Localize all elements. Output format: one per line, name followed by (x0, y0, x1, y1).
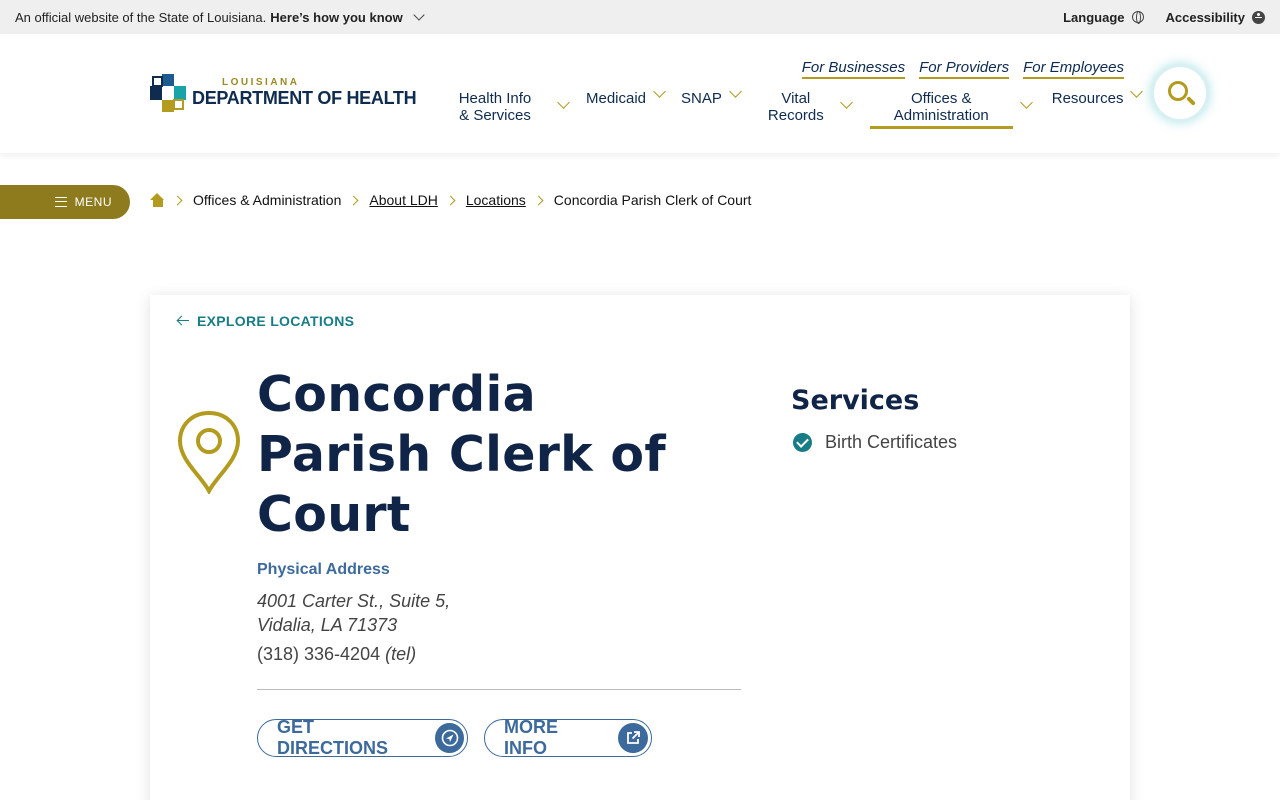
nav-health-info[interactable]: Health Info & Services (440, 90, 576, 124)
physical-address-label: Physical Address (257, 561, 390, 578)
chevron-down-icon[interactable] (1130, 85, 1144, 98)
nav-offices-line2: Administration (893, 107, 989, 124)
accessibility-label: Accessibility (1165, 9, 1246, 25)
title-line-2: Parish Clerk of (257, 426, 667, 483)
chevron-right-icon (533, 195, 544, 205)
nav-vital-records[interactable]: Vital Records (767, 90, 853, 124)
check-circle-icon (793, 433, 812, 452)
main-navigation: Health Info & Services Medicaid SNAP Vita… (440, 85, 1144, 129)
nav-snap[interactable]: SNAP (681, 85, 742, 107)
nav-medicaid-label: Medicaid (586, 90, 647, 107)
nav-health-info-line1: Health Info (458, 90, 532, 107)
service-item: Birth Certificates (793, 432, 957, 453)
logo-department-text: DEPARTMENT OF HEALTH (192, 88, 417, 108)
address-line-2: Vidalia, LA 71373 (257, 615, 398, 635)
phone-number: (318) 336-4204 (tel) (257, 644, 416, 665)
menu-button[interactable]: MENU (0, 185, 130, 219)
physical-address: 4001 Carter St., Suite 5, Vidalia, LA 71… (257, 589, 450, 637)
official-text: An official website of the State of Loui… (15, 9, 267, 25)
nav-resources[interactable]: Resources (1051, 85, 1144, 107)
accessibility-button[interactable]: Accessibility (1165, 9, 1265, 25)
nav-vital-line2: Records (767, 107, 824, 124)
for-employees-link[interactable]: For Employees (1023, 59, 1124, 79)
get-directions-button[interactable]: GET DIRECTIONS (257, 717, 468, 758)
chevron-down-icon[interactable] (557, 96, 570, 109)
arrow-left-icon (177, 316, 189, 326)
services-heading: Services (791, 385, 920, 416)
title-line-1: Concordia (257, 366, 537, 423)
nav-health-info-line2: & Services (459, 107, 531, 124)
hamburger-icon (54, 197, 67, 207)
for-providers-link[interactable]: For Providers (919, 59, 1010, 79)
logo-state-text: LOUISIANA (222, 77, 300, 88)
accessibility-icon (1252, 10, 1265, 24)
nav-vital-line1: Vital (781, 90, 811, 107)
site-header: LOUISIANA DEPARTMENT OF HEALTH For Busin… (0, 34, 1280, 153)
location-card: EXPLORE LOCATIONS Concordia Parish Clerk… (150, 295, 1130, 800)
location-pin-icon (177, 410, 241, 494)
nav-snap-label: SNAP (681, 90, 722, 107)
language-button[interactable]: Language (1063, 9, 1144, 25)
audience-links: For Businesses For Providers For Employe… (801, 59, 1124, 79)
phone-value[interactable]: (318) 336-4204 (257, 644, 380, 664)
page-title: Concordia Parish Clerk of Court (257, 365, 697, 545)
address-line-1: 4001 Carter St., Suite 5, (257, 591, 451, 611)
nav-offices-admin[interactable]: Offices & Administration (869, 90, 1033, 129)
for-businesses-link[interactable]: For Businesses (801, 59, 906, 79)
nav-offices-line1: Offices & (910, 90, 972, 107)
more-info-button[interactable]: MORE INFO (484, 717, 652, 758)
title-line-3: Court (257, 486, 411, 543)
breadcrumb-about-ldh[interactable]: About LDH (369, 192, 437, 208)
breadcrumb-offices[interactable]: Offices & Administration (193, 192, 341, 208)
menu-label: MENU (74, 195, 112, 209)
how-you-know-toggle[interactable]: Here’s how you know (270, 10, 402, 25)
globe-icon (1131, 11, 1144, 24)
chevron-down-icon[interactable] (839, 96, 853, 109)
breadcrumb: Offices & Administration About LDH Locat… (150, 192, 751, 208)
official-banner: An official website of the State of Loui… (0, 0, 1280, 34)
home-icon[interactable] (150, 193, 165, 207)
service-label: Birth Certificates (825, 432, 958, 452)
language-label: Language (1063, 9, 1125, 25)
chevron-right-icon (445, 195, 456, 205)
explore-locations-link[interactable]: EXPLORE LOCATIONS (177, 313, 354, 329)
chevron-down-icon[interactable] (729, 85, 742, 98)
divider (257, 689, 741, 690)
explore-locations-label: EXPLORE LOCATIONS (197, 313, 355, 329)
search-icon (1168, 81, 1188, 101)
ldh-cross-icon (150, 74, 186, 112)
search-button[interactable] (1154, 67, 1206, 119)
nav-medicaid[interactable]: Medicaid (586, 85, 666, 107)
breadcrumb-current: Concordia Parish Clerk of Court (553, 192, 752, 208)
chevron-right-icon (348, 195, 359, 205)
get-directions-label: GET DIRECTIONS (277, 717, 389, 758)
chevron-right-icon (172, 195, 183, 205)
phone-suffix: (tel) (385, 644, 417, 664)
breadcrumb-locations[interactable]: Locations (466, 192, 526, 208)
more-info-label: MORE INFO (504, 717, 558, 758)
external-link-icon (618, 723, 648, 753)
chevron-down-icon[interactable] (413, 9, 425, 21)
chevron-down-icon[interactable] (653, 85, 666, 98)
nav-resources-label: Resources (1051, 90, 1124, 107)
chevron-down-icon[interactable] (1019, 96, 1033, 109)
ldh-logo[interactable]: LOUISIANA DEPARTMENT OF HEALTH (150, 74, 417, 112)
navigation-icon (435, 723, 464, 753)
official-notice: An official website of the State of Loui… (15, 9, 425, 25)
